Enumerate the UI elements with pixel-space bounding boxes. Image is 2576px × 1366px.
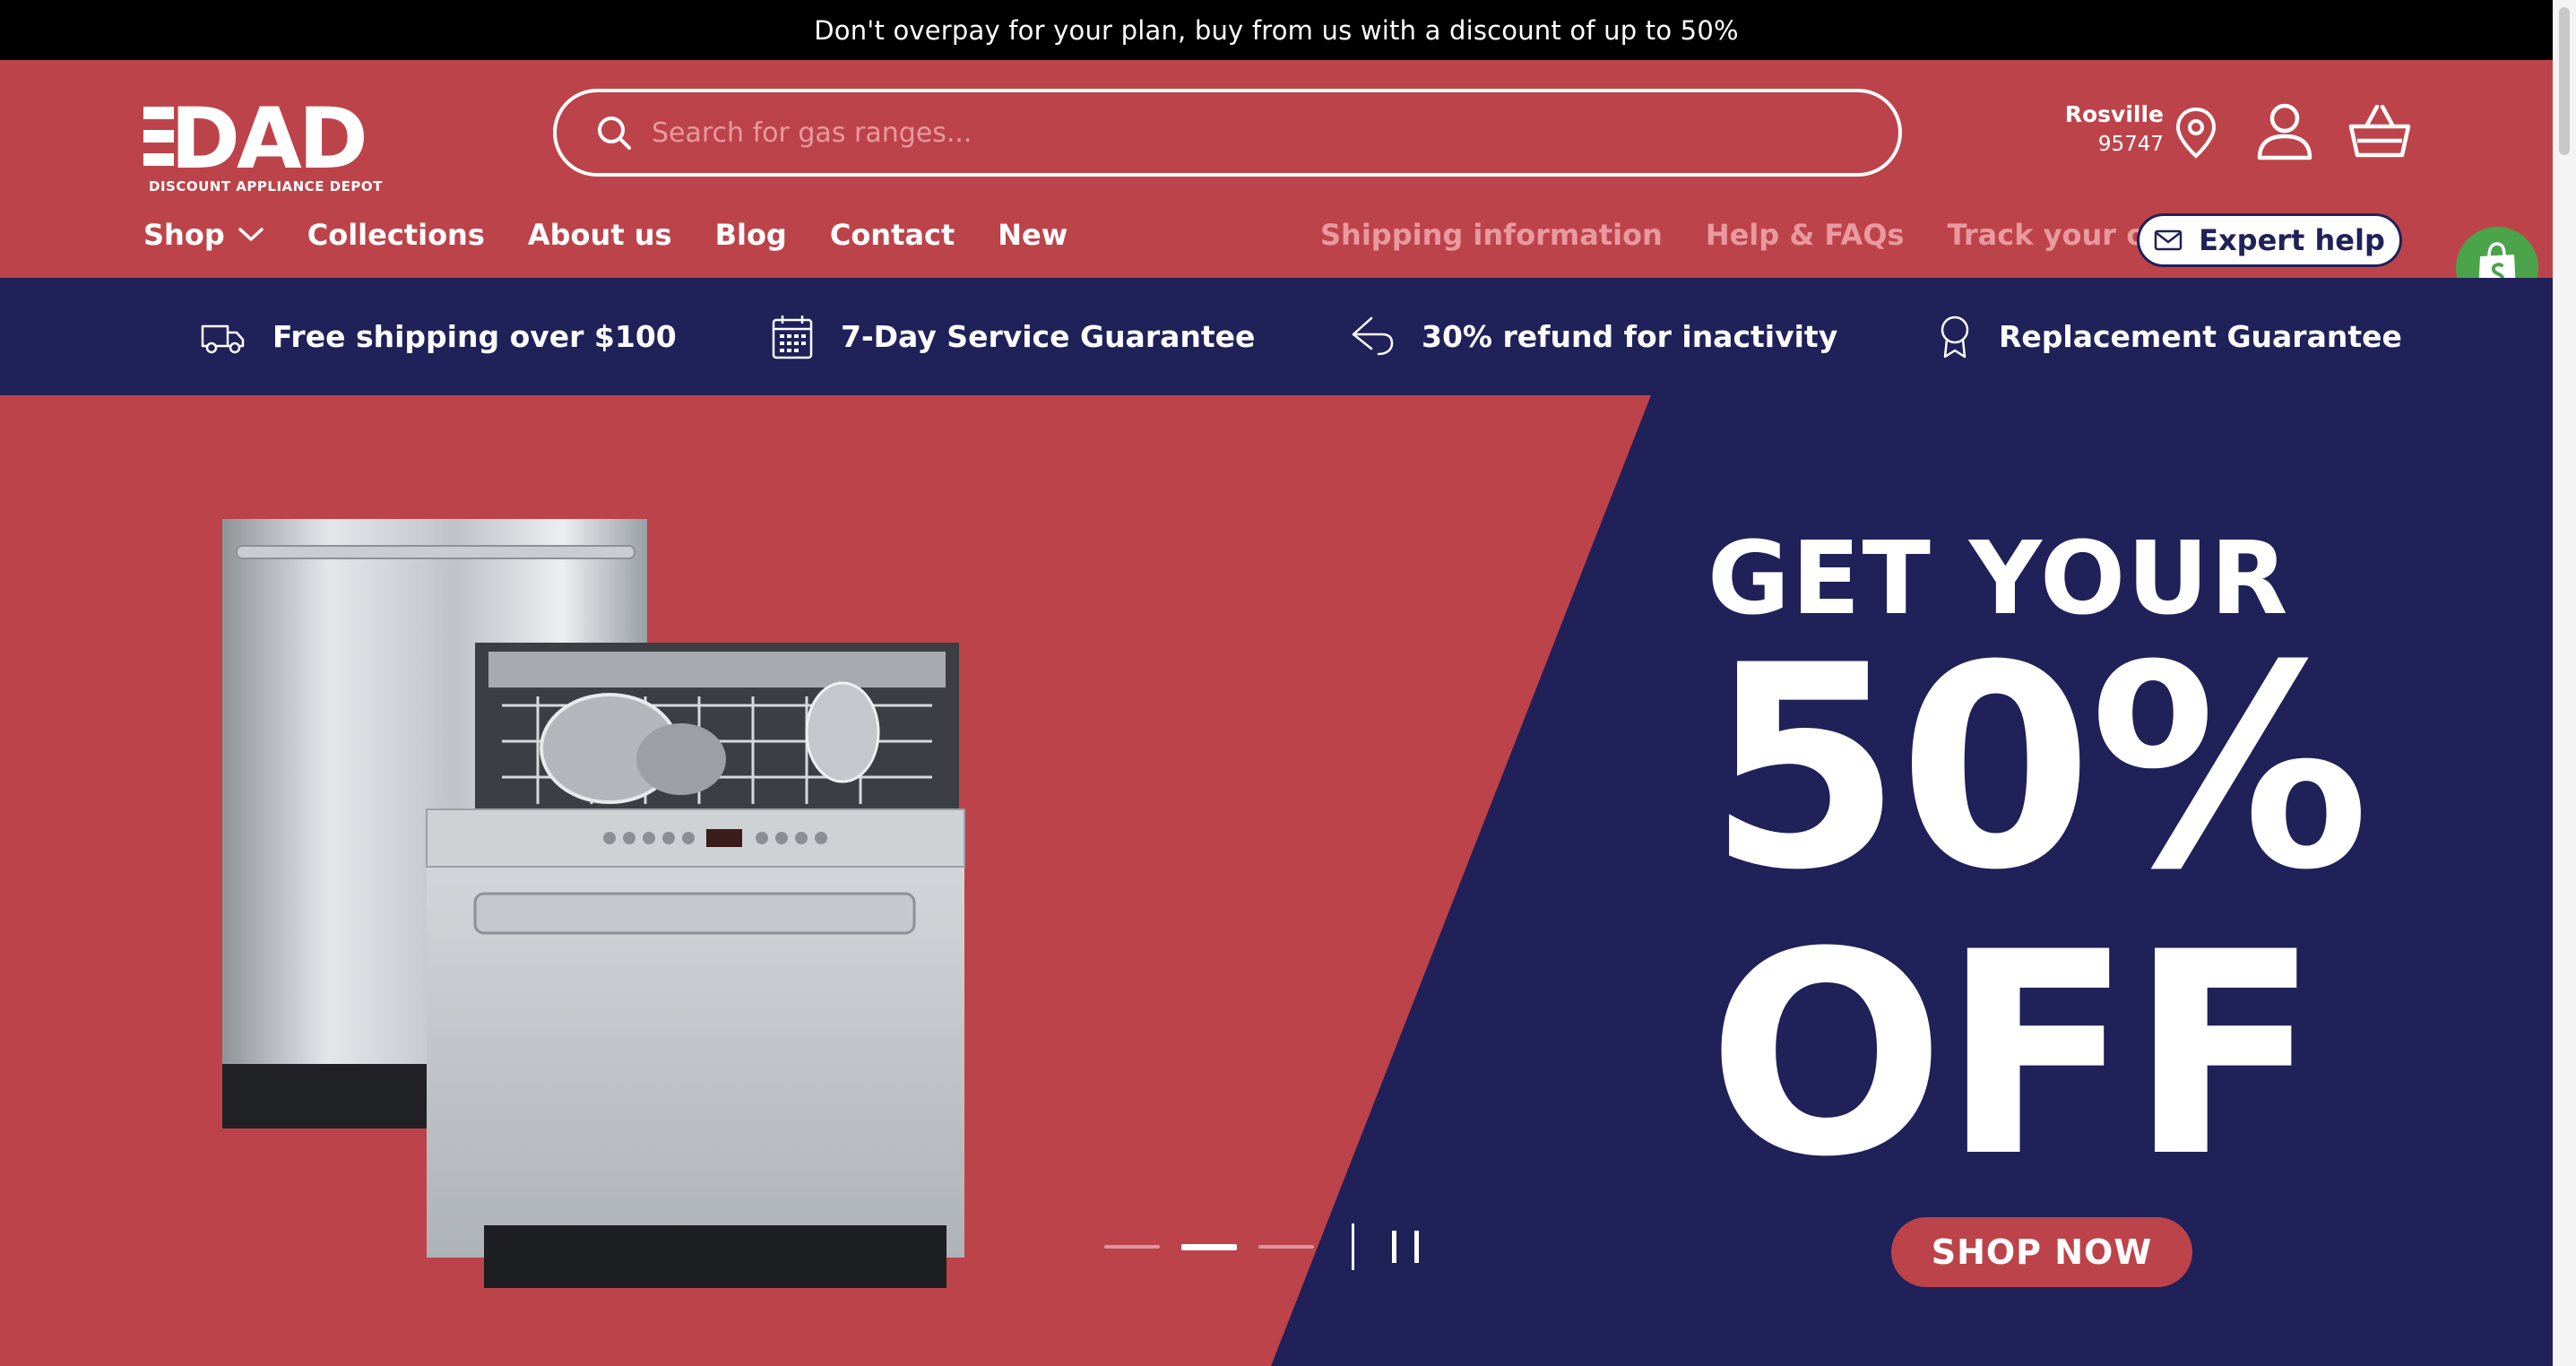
usp-bar: Free shipping over $100 7-Day Service Gu…: [0, 278, 2553, 395]
nav-item-new[interactable]: New: [998, 218, 1068, 252]
nav-item-about-us[interactable]: About us: [528, 218, 672, 252]
slide-dot-2[interactable]: [1181, 1243, 1237, 1250]
location-city: Rosville: [2064, 101, 2164, 127]
nav-item-label: About us: [527, 218, 672, 252]
nav-item-label: Shop: [143, 218, 225, 252]
usp-label: Free shipping over $100: [272, 319, 677, 354]
utility-nav: Shipping information Help & FAQs Track y…: [1320, 218, 2257, 252]
announcement-bar: Don't overpay for your plan, buy from us…: [0, 0, 2553, 60]
nav-item-shop[interactable]: Shop: [143, 218, 264, 252]
dishwasher-image: [222, 519, 965, 1288]
usp-replacement: Replacement Guarantee: [1938, 278, 2402, 395]
nav-item-label: Collections: [307, 218, 485, 252]
calendar-icon: [772, 315, 813, 359]
nav-item-label: Contact: [829, 218, 955, 252]
slide-dot-1[interactable]: [1104, 1245, 1160, 1249]
truck-icon: [201, 324, 245, 353]
hero-headline-percent: 50%: [1707, 605, 2370, 931]
page-scrollbar[interactable]: [2553, 0, 2576, 1366]
award-icon: [1941, 316, 1969, 358]
pause-icon[interactable]: [1392, 1231, 1419, 1263]
usp-refund: 30% refund for inactivity: [1350, 278, 1837, 395]
search-icon[interactable]: [594, 113, 634, 152]
usp-free-shipping: Free shipping over $100: [201, 278, 677, 395]
usp-label: 30% refund for inactivity: [1422, 319, 1838, 354]
main-nav: Shop Collections About us Blog Contact N…: [143, 218, 1111, 252]
nav-item-contact[interactable]: Contact: [830, 218, 955, 252]
location-zip: 95747: [2097, 133, 2164, 156]
help-faqs-link[interactable]: Help & FAQs: [1706, 218, 1905, 252]
slide-indicators: [1104, 1220, 1419, 1274]
usp-label: 7-Day Service Guarantee: [841, 319, 1256, 354]
site-header: DAD DISCOUNT APPLIANCE DEPOT Rosville 95…: [0, 60, 2553, 309]
basket-icon[interactable]: [2347, 101, 2413, 162]
nav-item-label: Blog: [714, 218, 787, 252]
slide-controls-divider: [1352, 1223, 1354, 1270]
hero-banner[interactable]: GET YOUR 50% OFF SHOP NOW: [0, 395, 2553, 1366]
nav-item-blog[interactable]: Blog: [715, 218, 787, 252]
announcement-text: Don't overpay for your plan, buy from us…: [814, 14, 1739, 46]
usp-service-guarantee: 7-Day Service Guarantee: [771, 278, 1255, 395]
site-logo[interactable]: DAD DISCOUNT APPLIANCE DEPOT: [143, 91, 382, 200]
return-arrow-icon: [1352, 316, 1394, 355]
expert-help-button[interactable]: Expert help: [2137, 213, 2402, 267]
chevron-down-icon: [238, 228, 264, 241]
usp-label: Replacement Guarantee: [1999, 319, 2402, 354]
scrollbar-thumb[interactable]: [2559, 7, 2570, 155]
nav-item-label: New: [998, 218, 1068, 252]
logo-subtitle: DISCOUNT APPLIANCE DEPOT: [149, 178, 383, 195]
expert-help-label: Expert help: [2199, 223, 2385, 257]
logo-wordmark: DAD: [143, 91, 368, 188]
store-location[interactable]: Rosville 95747: [2063, 101, 2164, 156]
shipping-information-link[interactable]: Shipping information: [1320, 218, 1663, 252]
svg-text:DAD: DAD: [170, 92, 365, 178]
search-input[interactable]: [652, 117, 1817, 149]
mail-icon: [2154, 229, 2183, 251]
account-icon[interactable]: [2253, 99, 2316, 164]
search-bar[interactable]: [553, 89, 1902, 177]
nav-item-collections[interactable]: Collections: [307, 218, 485, 252]
slide-dot-3[interactable]: [1258, 1245, 1314, 1249]
shop-now-button[interactable]: SHOP NOW: [1891, 1217, 2192, 1287]
location-pin-icon[interactable]: [2169, 103, 2223, 162]
hero-headline-off: OFF: [1707, 892, 2320, 1218]
